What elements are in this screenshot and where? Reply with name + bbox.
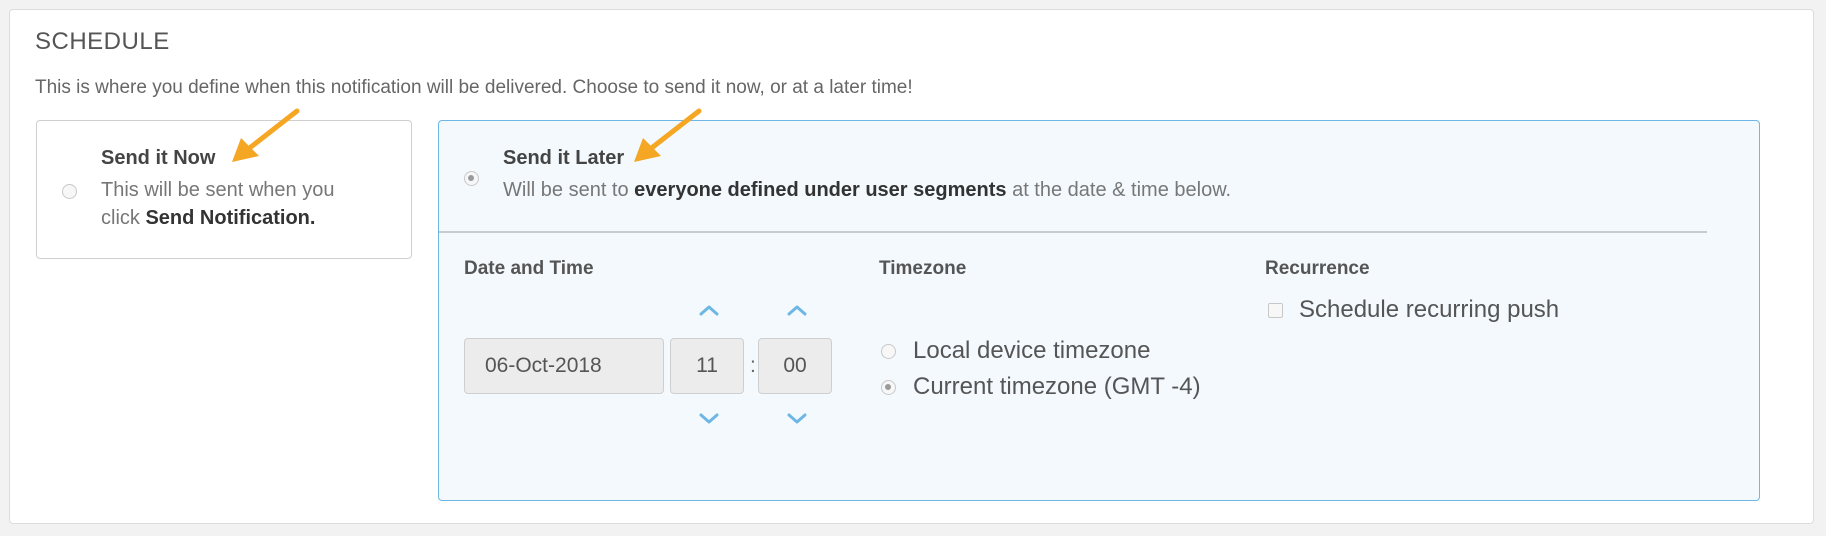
timezone-label: Timezone	[879, 258, 967, 279]
recurring-push-checkbox[interactable]	[1268, 303, 1283, 318]
send-later-description: Will be sent to everyone defined under u…	[503, 176, 1231, 204]
send-later-divider	[439, 231, 1707, 233]
recurring-push-label[interactable]: Schedule recurring push	[1299, 296, 1559, 324]
send-now-text-line2: click Send Notification.	[101, 204, 334, 232]
local-timezone-radio[interactable]	[881, 344, 896, 359]
section-description: This is where you define when this notif…	[35, 77, 913, 98]
user-segments-ref: everyone defined under user segments	[634, 179, 1007, 201]
send-now-title: Send it Now	[101, 147, 216, 169]
send-later-text-suffix: at the date & time below.	[1006, 179, 1232, 201]
hour-up-chevron-icon[interactable]	[698, 303, 720, 317]
annotation-arrow-icon	[634, 108, 702, 162]
hour-input[interactable]: 11	[670, 338, 744, 394]
send-now-description: This will be sent when you click Send No…	[101, 176, 334, 232]
minute-down-chevron-icon[interactable]	[786, 412, 808, 426]
annotation-arrow-icon	[232, 108, 300, 162]
send-now-text-line1: This will be sent when you	[101, 179, 335, 201]
send-later-radio[interactable]	[464, 171, 479, 186]
date-time-label: Date and Time	[464, 258, 594, 279]
minute-up-chevron-icon[interactable]	[786, 303, 808, 317]
send-now-radio[interactable]	[62, 184, 77, 199]
section-title: SCHEDULE	[35, 28, 170, 55]
send-notification-ref: Send Notification.	[145, 207, 316, 229]
local-timezone-label[interactable]: Local device timezone	[913, 337, 1150, 365]
time-separator: :	[750, 354, 756, 377]
minute-input[interactable]: 00	[758, 338, 832, 394]
current-timezone-label[interactable]: Current timezone (GMT -4)	[913, 373, 1201, 401]
recurrence-label: Recurrence	[1265, 258, 1370, 279]
send-later-title: Send it Later	[503, 147, 625, 169]
hour-down-chevron-icon[interactable]	[698, 412, 720, 426]
send-now-text-prefix: click	[101, 207, 146, 229]
current-timezone-radio[interactable]	[881, 380, 896, 395]
date-input[interactable]: 06-Oct-2018	[464, 338, 664, 394]
send-later-text-prefix: Will be sent to	[503, 179, 635, 201]
